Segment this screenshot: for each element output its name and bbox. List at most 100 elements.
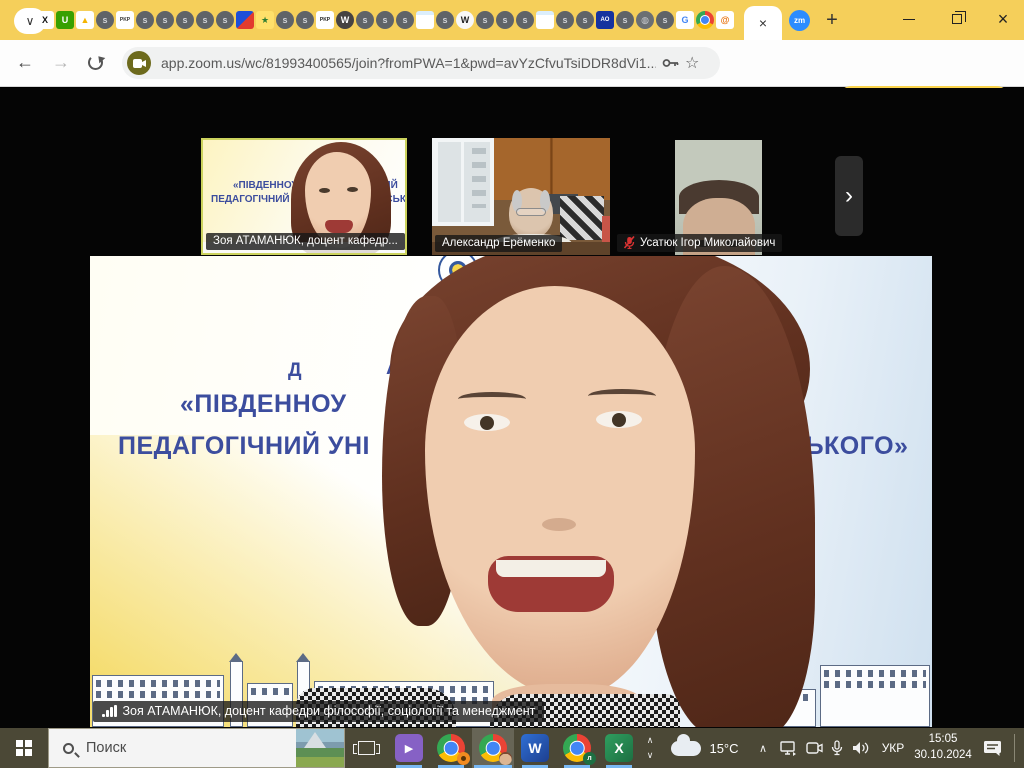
window-close-button[interactable]: × (980, 0, 1024, 38)
participant-name-tag: Александр Ерёменко (435, 235, 563, 252)
tab-favicon-site[interactable]: s (436, 11, 454, 29)
mic-muted-icon (624, 236, 635, 249)
tab-favicon-pkp-small[interactable]: PKP (116, 11, 134, 29)
tab-favicon-drive[interactable]: ▲ (76, 11, 94, 29)
tab-favicon-site[interactable]: s (176, 11, 194, 29)
tray-camera-icon[interactable] (802, 728, 826, 768)
tab-favicon-site[interactable]: s (296, 11, 314, 29)
windows-logo-icon (16, 740, 32, 756)
taskbar-app-movies[interactable]: ▶ (388, 728, 430, 768)
taskbar-app-chrome-1[interactable] (430, 728, 472, 768)
desktop: ∨ X U ▲ s PKP s s s s s ★ s s PKP Ws s s s Ws s s s s АО s ◍ s G @ ×… (0, 0, 1024, 768)
tab-favicon-ao[interactable]: АО (596, 11, 614, 29)
chevron-up-icon: ∧ (758, 742, 768, 755)
taskbar-search[interactable]: Поиск (48, 728, 345, 768)
tab-favicon-joomla[interactable]: X (36, 11, 54, 29)
glasses (516, 208, 546, 216)
chrome-badge-green: л (583, 752, 596, 765)
scroll-up-icon[interactable]: ∧ (647, 735, 654, 746)
taskbar-app-excel[interactable]: X (598, 728, 640, 768)
chrome-badge-avatar (499, 752, 512, 765)
reload-button[interactable] (88, 55, 103, 70)
tab-favicon-wordpress[interactable]: W (336, 11, 354, 29)
tab-favicon-site[interactable]: s (376, 11, 394, 29)
tab-favicon-site[interactable]: s (276, 11, 294, 29)
search-daily-image[interactable] (296, 729, 344, 767)
tab-favicon-site[interactable]: s (656, 11, 674, 29)
url-text[interactable]: app.zoom.us/wc/81993400565/join?fromPWA=… (161, 55, 656, 71)
tray-language[interactable]: УКР (876, 728, 910, 768)
word-icon: W (521, 734, 549, 762)
scroll-down-icon[interactable]: ∨ (647, 750, 654, 761)
tab-favicon-site[interactable]: s (216, 11, 234, 29)
tab-favicon-site[interactable]: s (136, 11, 154, 29)
restore-icon (952, 11, 966, 24)
tab-favicon-site[interactable]: s (96, 11, 114, 29)
tab-favicon-site[interactable]: s (516, 11, 534, 29)
password-key-icon[interactable] (662, 58, 679, 68)
tray-show-hidden-button[interactable]: ∧ (752, 728, 774, 768)
show-desktop-divider[interactable] (1014, 734, 1015, 762)
tab-favicon-star[interactable]: ★ (256, 11, 274, 29)
tab-favicon-site[interactable]: s (576, 11, 594, 29)
tab-favicons: X U ▲ s PKP s s s s s ★ s s PKP Ws s s s Ws s s s s АО s ◍ s G @ (36, 11, 734, 29)
zoom-tab-favicon[interactable]: zm (789, 10, 810, 31)
close-tab-icon[interactable]: × (759, 15, 767, 31)
window-minimize-button[interactable] (886, 0, 932, 38)
tab-favicon-site[interactable]: s (476, 11, 494, 29)
taskbar-scroll[interactable]: ∧ ∨ (640, 728, 660, 768)
address-bar[interactable]: app.zoom.us/wc/81993400565/join?fromPWA=… (122, 47, 720, 79)
tab-favicon-site[interactable]: s (356, 11, 374, 29)
banner-text: ПЕДАГОГІЧНИЙ УНІ (118, 432, 370, 460)
task-view-button[interactable] (348, 728, 384, 768)
window-restore-button[interactable] (934, 0, 980, 38)
tab-favicon-flag[interactable] (236, 11, 254, 29)
taskbar-app-chrome-2-active[interactable] (472, 728, 514, 768)
active-tab[interactable]: × (744, 6, 782, 40)
start-button[interactable] (0, 728, 48, 768)
chevron-down-icon: ∨ (25, 14, 35, 28)
participant-thumb-eremenko[interactable]: Александр Ерёменко (432, 138, 610, 255)
tray-clock[interactable]: 15:05 30.10.2024 (910, 728, 976, 768)
taskbar-app-word[interactable]: W (514, 728, 556, 768)
tab-favicon-site[interactable]: s (196, 11, 214, 29)
back-button[interactable]: ← (16, 52, 34, 73)
tab-favicon-translate[interactable]: G (676, 11, 694, 29)
tab-favicon-doc[interactable] (416, 11, 434, 29)
tray-mic-icon[interactable] (826, 728, 848, 768)
forward-button[interactable]: → (52, 52, 70, 73)
participant-name: Усатюк Ігор Миколайович (640, 236, 776, 249)
excel-icon: X (605, 734, 633, 762)
participant-thumb-usatiuk[interactable]: Усатюк Ігор Миколайович (617, 140, 783, 255)
thumb-banner-text: «ПІВДЕННОУ (233, 180, 298, 191)
tab-favicon-site[interactable]: s (156, 11, 174, 29)
tab-favicon-pkp[interactable]: PKP (316, 11, 334, 29)
weather-widget[interactable]: 15°C (662, 728, 748, 768)
tab-favicon-site[interactable]: s (556, 11, 574, 29)
tray-speaker-icon[interactable] (848, 728, 874, 768)
participant-name-tag: Усатюк Ігор Миколайович (617, 234, 783, 252)
participant-thumb-zoia[interactable]: «ПІВДЕННОУ ЬНИЙ ПЕДАГОГІЧНИЙ УН ИНСЬКОГО… (201, 138, 407, 255)
tab-favicon-globe[interactable]: ◍ (636, 11, 654, 29)
clock-date: 30.10.2024 (914, 749, 972, 761)
main-speaker-name: Зоя АТАМАНЮК, доцент кафедри філософії, … (122, 704, 536, 718)
tab-favicon-mail[interactable]: @ (716, 11, 734, 29)
tray-network-icon[interactable] (776, 728, 800, 768)
tab-favicon-chrome[interactable] (696, 11, 714, 29)
taskbar-app-chrome-3[interactable]: л (556, 728, 598, 768)
zoom-meeting-page: «ПІВДЕННОУ ЬНИЙ ПЕДАГОГІЧНИЙ УН ИНСЬКОГО… (0, 88, 1024, 728)
participant-name-tag: Зоя АТАМАНЮК, доцент кафедр... (206, 233, 405, 250)
banner-text-fragment: Д (288, 360, 303, 381)
tab-favicon-site[interactable]: s (496, 11, 514, 29)
action-center-button[interactable] (976, 728, 1008, 768)
camera-permission-icon[interactable] (127, 51, 151, 75)
tab-favicon-site[interactable]: s (396, 11, 414, 29)
gallery-next-button[interactable]: › (835, 156, 863, 236)
tab-favicon-ukrnet[interactable]: U (56, 11, 74, 29)
tab-favicon-doc[interactable] (536, 11, 554, 29)
bookmark-star-icon[interactable]: ☆ (685, 53, 699, 73)
tab-favicon-wikipedia[interactable]: W (456, 11, 474, 29)
tab-favicon-site[interactable]: s (616, 11, 634, 29)
new-tab-button[interactable]: + (818, 6, 846, 34)
minimize-icon (903, 18, 915, 20)
